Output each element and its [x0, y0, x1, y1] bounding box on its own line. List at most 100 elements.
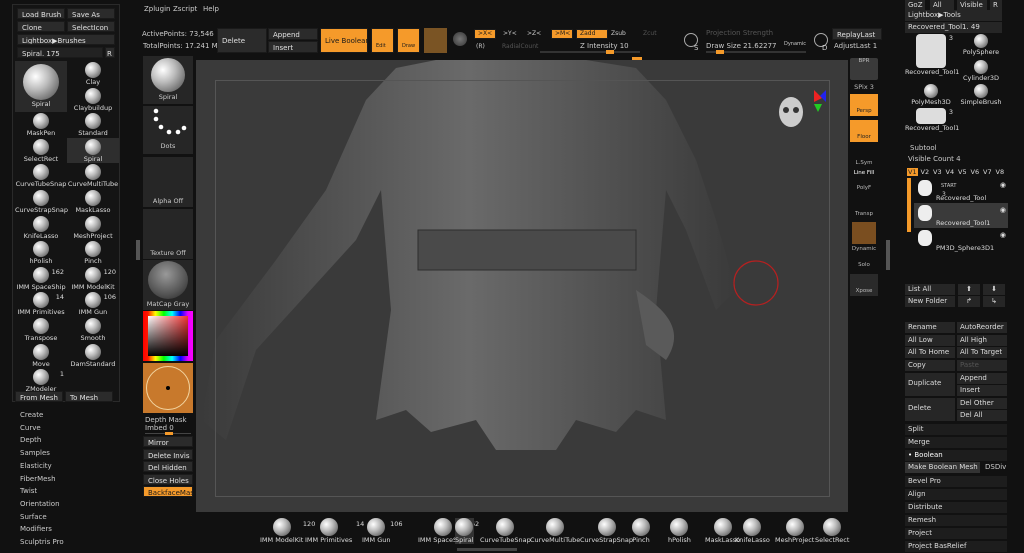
brush-item[interactable]: DamStandard — [67, 343, 119, 369]
brush-item[interactable]: CurveMultiTube — [67, 163, 119, 189]
bottom-brush-item[interactable]: hPolish — [668, 518, 691, 544]
zcut-button[interactable]: Zcut — [643, 30, 657, 37]
version-tab[interactable]: V2 — [920, 168, 931, 176]
tool-thumbnail[interactable]: Cylinder3D — [955, 60, 1007, 82]
eye-icon[interactable]: ◉ — [1000, 181, 1006, 189]
edit-button[interactable]: Edit — [371, 28, 394, 53]
left-menu-item[interactable]: Sculptris Pro — [20, 538, 64, 546]
version-tab[interactable]: V1 — [907, 168, 918, 176]
close-holes-button[interactable]: Close Holes — [143, 474, 193, 485]
left-menu-item[interactable]: Elasticity — [20, 462, 52, 470]
left-menu-item[interactable]: Twist — [20, 487, 37, 495]
bottom-brush-item[interactable]: CurveStrapSnap — [580, 518, 633, 544]
lightbox-brushes-button[interactable]: Lightbox▶Brushes — [17, 34, 115, 45]
rename-button[interactable]: Rename — [905, 322, 955, 333]
brush-item[interactable]: Pinch — [67, 240, 119, 266]
polyf-button[interactable]: PolyF — [850, 185, 878, 191]
copy-button[interactable]: Copy — [905, 360, 955, 371]
brush-item[interactable]: IMM SpaceShip 162 — [15, 266, 67, 292]
brush-item[interactable]: MaskPen — [15, 112, 67, 138]
lightbox-tools-button[interactable]: Lightbox▶Tools — [905, 10, 1002, 21]
lsym-button[interactable]: L.Sym — [850, 152, 878, 166]
all-low-button[interactable]: All Low — [905, 335, 955, 346]
distribute-section[interactable]: Distribute — [905, 502, 1007, 513]
projection-strength-slider[interactable]: Projection Strength — [706, 29, 773, 37]
load-brush-button[interactable]: Load Brush — [17, 8, 65, 19]
ghost-icon[interactable] — [852, 222, 876, 244]
delete-button[interactable]: Delete — [217, 28, 267, 53]
spix-slider[interactable]: SPix 3 — [850, 83, 878, 91]
bottom-brush-item[interactable]: MeshProject — [775, 518, 814, 544]
current-tool-slider[interactable]: Recovered_Tool1. 49 — [905, 22, 1002, 33]
project-section[interactable]: Project — [905, 528, 1007, 539]
bottom-brush-item[interactable]: IMM Gun 106 — [362, 518, 402, 544]
bottom-brush-item[interactable]: IMM ModelKit 120 — [260, 518, 315, 544]
solo-button[interactable]: Solo — [850, 256, 878, 268]
tool-thumbnail[interactable]: PolyMesh3D — [905, 84, 957, 106]
eye-icon[interactable]: ◉ — [1000, 231, 1006, 239]
stroke-selector[interactable]: Dots — [143, 106, 193, 154]
draw-size-slider[interactable]: Draw Size 21.62277 — [706, 42, 777, 50]
arrow-down-right-icon[interactable]: ↳ — [983, 296, 1005, 307]
arrow-up-right-icon[interactable]: ↱ — [958, 296, 980, 307]
brush-item[interactable]: hPolish — [15, 240, 67, 266]
bevel-pro-section[interactable]: Bevel Pro — [905, 476, 1007, 487]
imbed-slider[interactable]: Imbed 0 — [145, 424, 174, 432]
brush-item[interactable]: Smooth — [67, 317, 119, 343]
brush-item[interactable]: CurveStrapSnap — [15, 189, 68, 215]
remesh-section[interactable]: Remesh — [905, 515, 1007, 526]
symmetry-z[interactable]: >Z< — [527, 30, 541, 37]
bottom-brush-item[interactable]: CurveTubeSnap — [480, 518, 531, 544]
z-intensity-slider[interactable]: Z Intensity 10 — [580, 42, 629, 50]
version-tab[interactable]: V8 — [995, 168, 1006, 176]
menu-zplugin[interactable]: Zplugin — [144, 5, 170, 13]
right-collapse-handle[interactable] — [886, 240, 890, 270]
draw-button[interactable]: Draw — [397, 28, 420, 53]
brush-item[interactable]: Standard — [67, 112, 119, 138]
left-collapse-handle[interactable] — [136, 240, 140, 260]
reset-button[interactable]: R — [105, 47, 115, 58]
delete-invis-button[interactable]: Delete Invis — [143, 449, 193, 460]
bottom-brush-item[interactable]: CurveMultiTube — [530, 518, 580, 544]
version-tab[interactable]: V3 — [932, 168, 943, 176]
mirror-button[interactable]: Mirror — [143, 436, 193, 447]
bottom-brush-item[interactable]: KnifeLasso — [735, 518, 770, 544]
duplicate-button[interactable]: Duplicate — [905, 373, 955, 396]
brush-item[interactable]: CurveTubeSnap — [15, 163, 67, 189]
brush-item[interactable]: IMM Primitives 14 — [15, 291, 67, 317]
subtool-item[interactable]: PM3D_Sphere3D1 ◉ — [914, 228, 1008, 253]
version-tab[interactable]: V4 — [945, 168, 956, 176]
eye-icon[interactable]: ◉ — [1000, 206, 1006, 214]
project-basrelief-section[interactable]: Project BasRelief — [905, 541, 1007, 552]
insert-subtool-button[interactable]: Insert — [957, 385, 1007, 396]
replay-last-button[interactable]: ReplayLast — [832, 28, 882, 40]
clone-button[interactable]: Clone — [17, 21, 65, 32]
left-menu-item[interactable]: Orientation — [20, 500, 60, 508]
backface-mask-button[interactable]: BackfaceMask — [143, 486, 193, 497]
tool-thumbnail[interactable]: SimpleBrush — [955, 84, 1007, 106]
move-mode-icon[interactable] — [424, 28, 447, 53]
menu-help[interactable]: Help — [203, 5, 219, 13]
persp-button[interactable]: Persp — [850, 94, 878, 116]
left-menu-item[interactable]: FiberMesh — [20, 475, 56, 483]
floor-button[interactable]: Floor — [850, 120, 878, 142]
brush-item[interactable]: KnifeLasso — [15, 215, 67, 241]
left-menu-item[interactable]: Surface — [20, 513, 47, 521]
from-mesh-button[interactable]: From Mesh — [15, 391, 63, 402]
del-other-button[interactable]: Del Other — [957, 398, 1007, 409]
brush-selector[interactable]: Spiral — [143, 56, 193, 104]
brush-item[interactable]: ZModeler 1 — [15, 368, 67, 394]
material-selector[interactable]: MatCap Gray — [143, 260, 193, 310]
bottom-brush-item[interactable]: Spiral — [455, 518, 474, 544]
all-high-button[interactable]: All High — [957, 335, 1007, 346]
list-all-button[interactable]: List All — [905, 284, 955, 295]
insert-button[interactable]: Insert — [268, 41, 318, 53]
move-up-button[interactable]: ⬆ — [958, 284, 980, 295]
version-tab[interactable]: V5 — [957, 168, 968, 176]
dynamic-toggle[interactable]: Dynamic — [784, 41, 806, 47]
alpha-selector[interactable]: Alpha Off — [143, 157, 193, 207]
transp-button[interactable]: Transp — [850, 205, 878, 217]
left-menu-item[interactable]: Create — [20, 411, 43, 419]
xpose-button[interactable]: Xpose — [850, 274, 878, 296]
append-subtool-button[interactable]: Append — [957, 373, 1007, 384]
